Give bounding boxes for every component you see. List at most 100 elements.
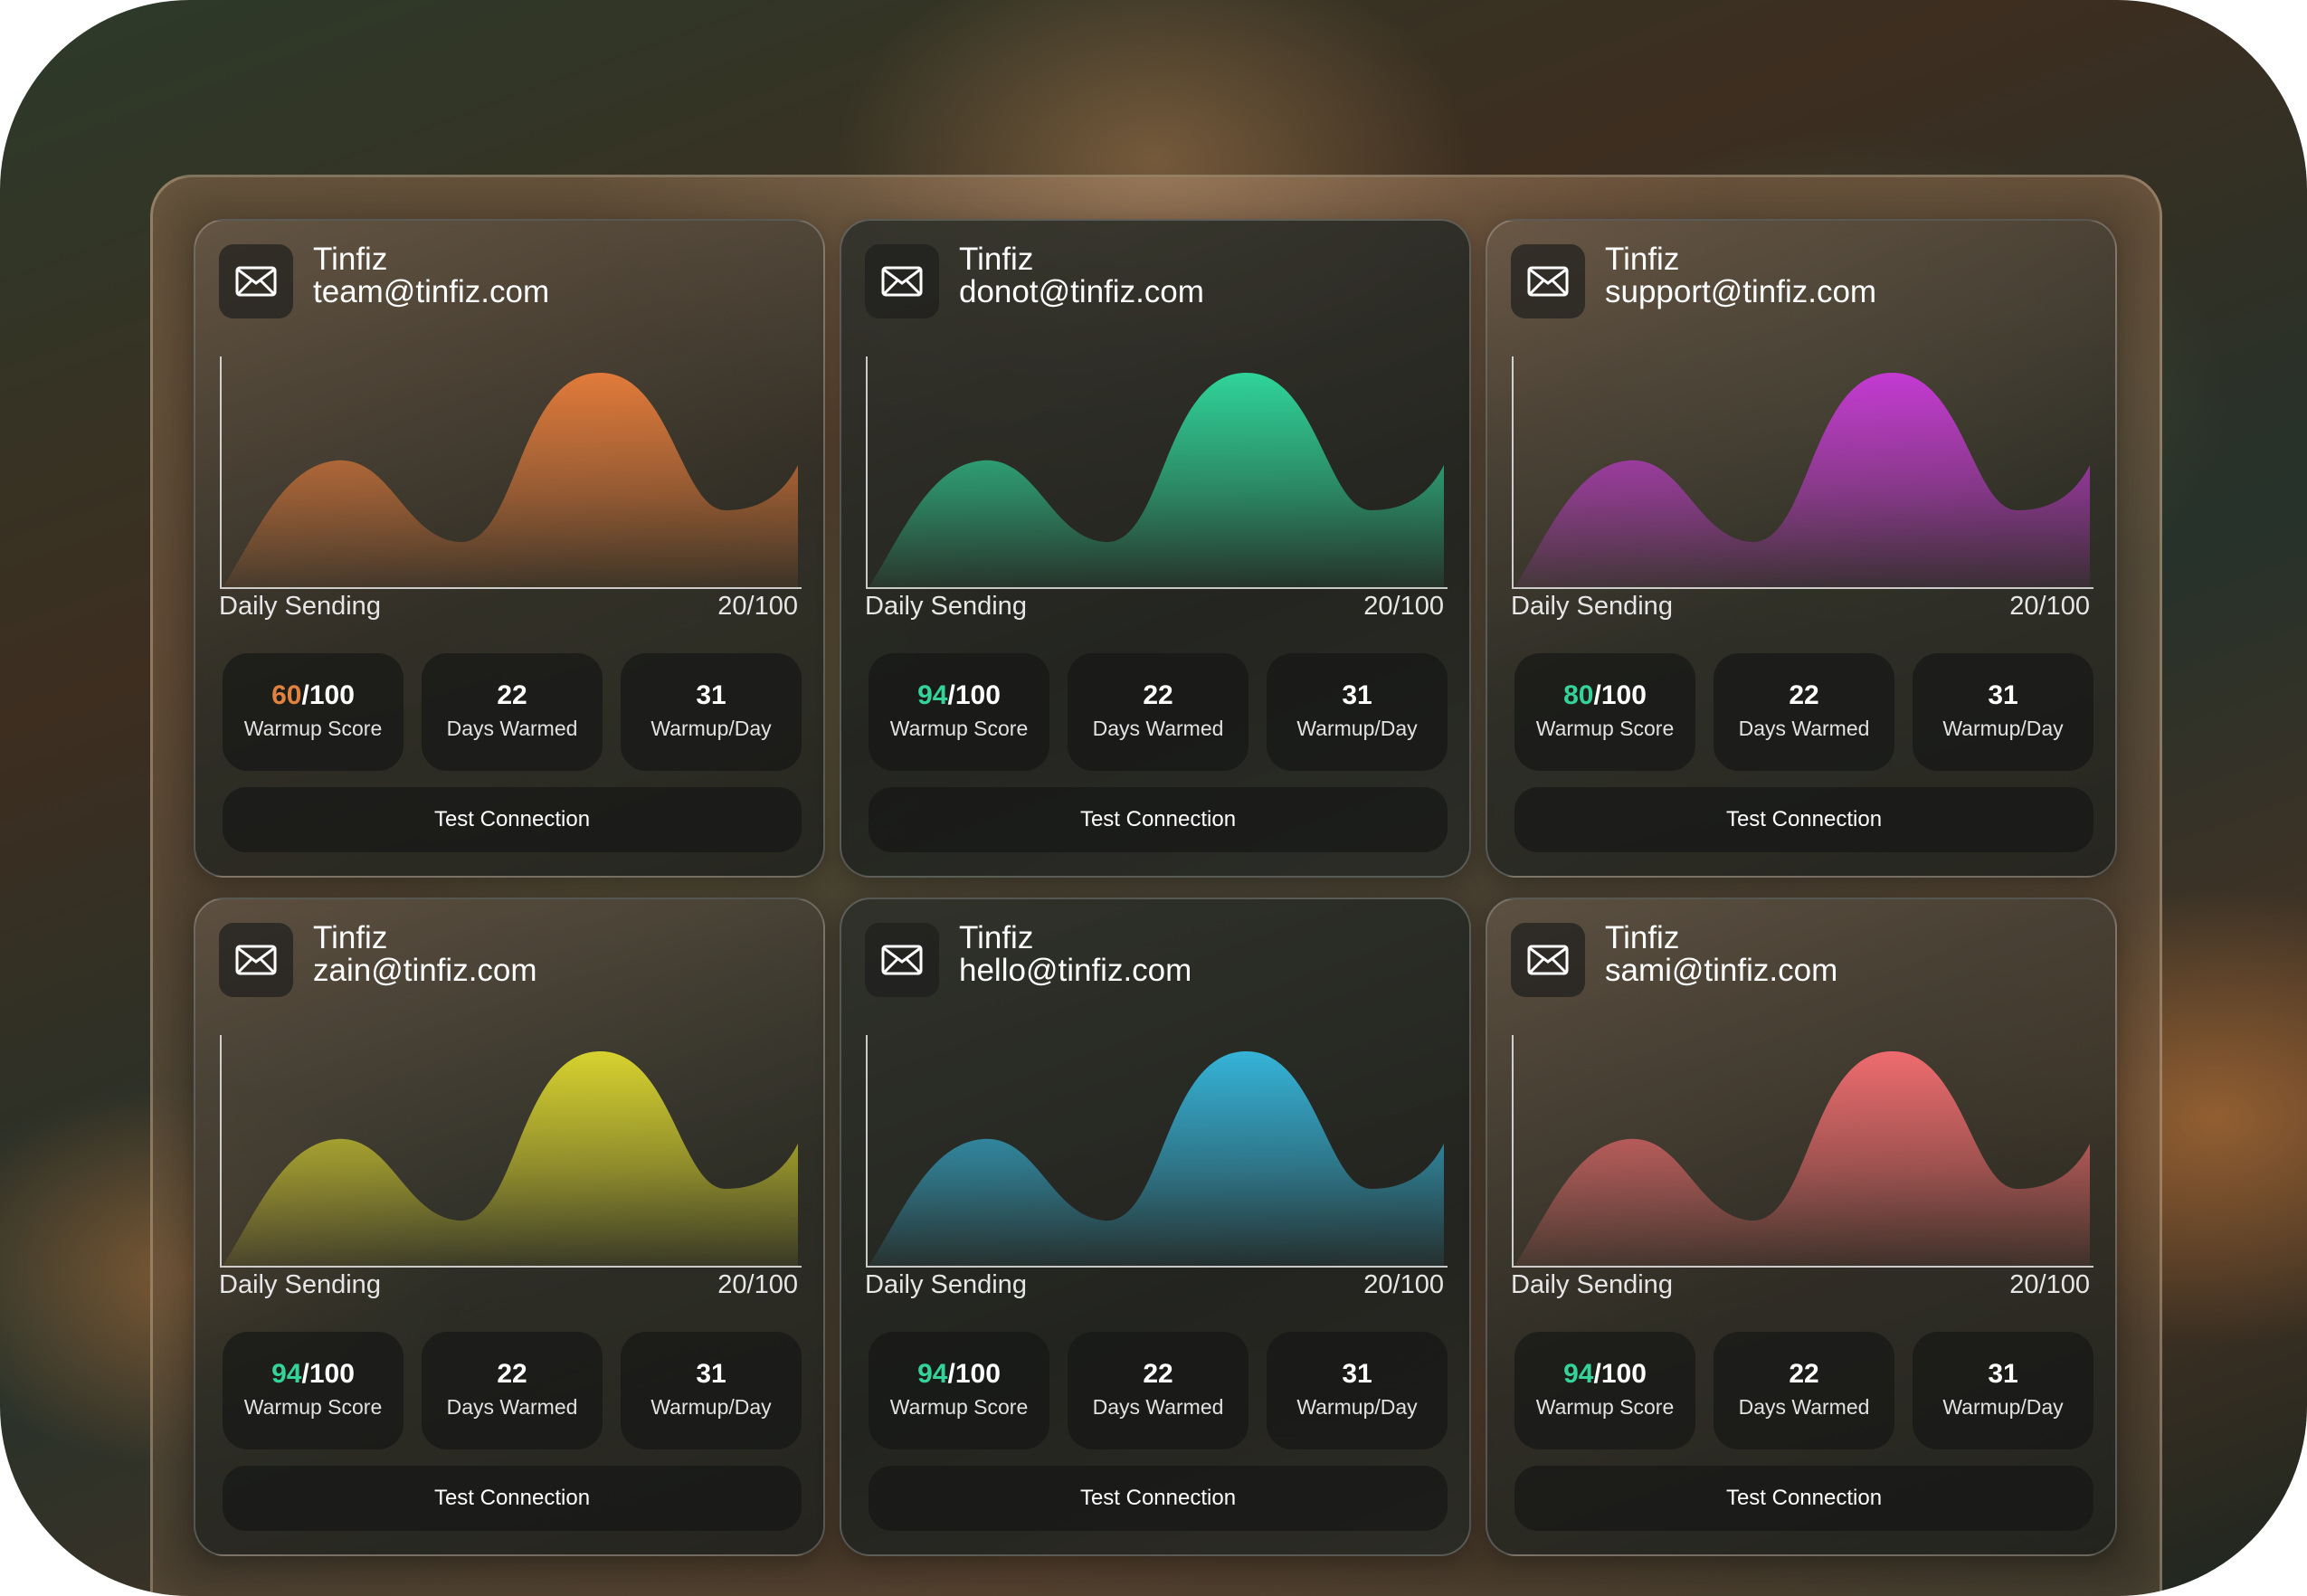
account-card: Tinfiz hello@tinfiz.com Daily Sending 20… [840, 898, 1471, 1556]
warmup-per-day-stat: 31 Warmup/Day [621, 653, 802, 771]
warmup-per-day-stat: 31 Warmup/Day [621, 1332, 802, 1449]
account-card: Tinfiz sami@tinfiz.com Daily Sending 20/… [1486, 898, 2117, 1556]
test-connection-button[interactable]: Test Connection [1514, 787, 2093, 852]
warmup-per-day-stat: 31 Warmup/Day [1913, 1332, 2093, 1449]
daily-sending-value: 20/100 [2009, 592, 2090, 621]
days-warmed-value: 22 [1789, 1359, 1819, 1389]
warmup-score-value: 80 [1563, 680, 1594, 710]
warmup-per-day-label: Warmup/Day [1296, 717, 1418, 740]
warmup-per-day-value: 31 [1342, 1359, 1372, 1389]
warmup-per-day-stat: 31 Warmup/Day [1267, 653, 1448, 771]
daily-sending-chart [220, 356, 802, 589]
warmup-score-value: 60 [271, 680, 302, 710]
background-photo: Tinfiz team@tinfiz.com Daily Sending 20/… [0, 0, 2307, 1596]
warmup-per-day-stat: 31 Warmup/Day [1913, 653, 2093, 771]
days-warmed-stat: 22 Days Warmed [422, 653, 603, 771]
days-warmed-label: Days Warmed [446, 1395, 578, 1419]
warmup-per-day-value: 31 [1988, 1359, 2018, 1389]
warmup-score-label: Warmup Score [1535, 717, 1675, 740]
warmup-score-max: /100 [947, 1359, 1001, 1389]
warmup-per-day-value: 31 [1988, 680, 2018, 710]
test-connection-button[interactable]: Test Connection [869, 787, 1448, 852]
mail-icon [219, 923, 293, 997]
warmup-per-day-value: 31 [696, 1359, 726, 1389]
account-name: Tinfiz [959, 242, 1034, 277]
account-card: Tinfiz team@tinfiz.com Daily Sending 20/… [194, 219, 825, 878]
mail-icon [865, 923, 939, 997]
warmup-score-value: 94 [271, 1359, 302, 1389]
mail-icon [1511, 244, 1585, 318]
days-warmed-value: 22 [497, 1359, 527, 1389]
warmup-per-day-label: Warmup/Day [650, 1395, 772, 1419]
daily-sending-value: 20/100 [1363, 592, 1444, 621]
daily-sending-label: Daily Sending [865, 1270, 1027, 1299]
days-warmed-value: 22 [497, 680, 527, 710]
days-warmed-label: Days Warmed [1092, 717, 1224, 740]
days-warmed-label: Days Warmed [1092, 1395, 1224, 1419]
warmup-score-label: Warmup Score [243, 1395, 383, 1419]
warmup-score-max: /100 [1593, 1359, 1647, 1389]
days-warmed-value: 22 [1143, 680, 1173, 710]
days-warmed-stat: 22 Days Warmed [1068, 1332, 1248, 1449]
test-connection-button[interactable]: Test Connection [223, 1466, 802, 1531]
warmup-per-day-label: Warmup/Day [650, 717, 772, 740]
days-warmed-label: Days Warmed [1738, 1395, 1870, 1419]
warmup-per-day-label: Warmup/Day [1942, 1395, 2064, 1419]
warmup-per-day-value: 31 [1342, 680, 1372, 710]
days-warmed-label: Days Warmed [446, 717, 578, 740]
daily-sending-label: Daily Sending [219, 592, 381, 621]
account-name: Tinfiz [313, 920, 388, 955]
daily-sending-label: Daily Sending [1511, 1270, 1673, 1299]
account-name: Tinfiz [959, 920, 1034, 955]
chart-area [1514, 372, 2090, 587]
warmup-score-stat: 94/100 Warmup Score [1514, 1332, 1695, 1449]
account-email: donot@tinfiz.com [959, 274, 1204, 309]
warmup-score-stat: 60/100 Warmup Score [223, 653, 403, 771]
daily-sending-value: 20/100 [717, 1270, 798, 1299]
daily-sending-value: 20/100 [1363, 1270, 1444, 1299]
account-card: Tinfiz donot@tinfiz.com Daily Sending 20… [840, 219, 1471, 878]
test-connection-button[interactable]: Test Connection [223, 787, 802, 852]
days-warmed-label: Days Warmed [1738, 717, 1870, 740]
days-warmed-stat: 22 Days Warmed [422, 1332, 603, 1449]
warmup-per-day-value: 31 [696, 680, 726, 710]
warmup-score-stat: 94/100 Warmup Score [223, 1332, 403, 1449]
chart-area [869, 372, 1444, 587]
warmup-score-max: /100 [1593, 680, 1647, 710]
daily-sending-chart [220, 1035, 802, 1268]
daily-sending-label: Daily Sending [219, 1270, 381, 1299]
daily-sending-value: 20/100 [2009, 1270, 2090, 1299]
warmup-score-max: /100 [301, 1359, 355, 1389]
days-warmed-value: 22 [1789, 680, 1819, 710]
warmup-per-day-stat: 31 Warmup/Day [1267, 1332, 1448, 1449]
test-connection-button[interactable]: Test Connection [1514, 1466, 2093, 1531]
warmup-score-label: Warmup Score [889, 717, 1029, 740]
days-warmed-stat: 22 Days Warmed [1714, 653, 1894, 771]
warmup-score-value: 94 [917, 680, 948, 710]
test-connection-button[interactable]: Test Connection [869, 1466, 1448, 1531]
account-card: Tinfiz zain@tinfiz.com Daily Sending 20/… [194, 898, 825, 1556]
daily-sending-chart [1512, 356, 2093, 589]
mail-icon [1511, 923, 1585, 997]
warmup-score-value: 94 [1563, 1359, 1594, 1389]
account-email: support@tinfiz.com [1605, 274, 1877, 309]
warmup-score-label: Warmup Score [243, 717, 383, 740]
days-warmed-value: 22 [1143, 1359, 1173, 1389]
mail-icon [219, 244, 293, 318]
mail-icon [865, 244, 939, 318]
daily-sending-chart [866, 356, 1448, 589]
account-email: zain@tinfiz.com [313, 953, 537, 988]
warmup-score-label: Warmup Score [1535, 1395, 1675, 1419]
chart-area [1514, 1050, 2090, 1266]
daily-sending-value: 20/100 [717, 592, 798, 621]
account-email: sami@tinfiz.com [1605, 953, 1838, 988]
daily-sending-chart [1512, 1035, 2093, 1268]
warmup-score-max: /100 [947, 680, 1001, 710]
chart-area [223, 372, 798, 587]
warmup-score-stat: 80/100 Warmup Score [1514, 653, 1695, 771]
account-name: Tinfiz [1605, 920, 1680, 955]
warmup-score-max: /100 [301, 680, 355, 710]
account-email: team@tinfiz.com [313, 274, 550, 309]
warmup-score-stat: 94/100 Warmup Score [869, 653, 1049, 771]
daily-sending-label: Daily Sending [1511, 592, 1673, 621]
